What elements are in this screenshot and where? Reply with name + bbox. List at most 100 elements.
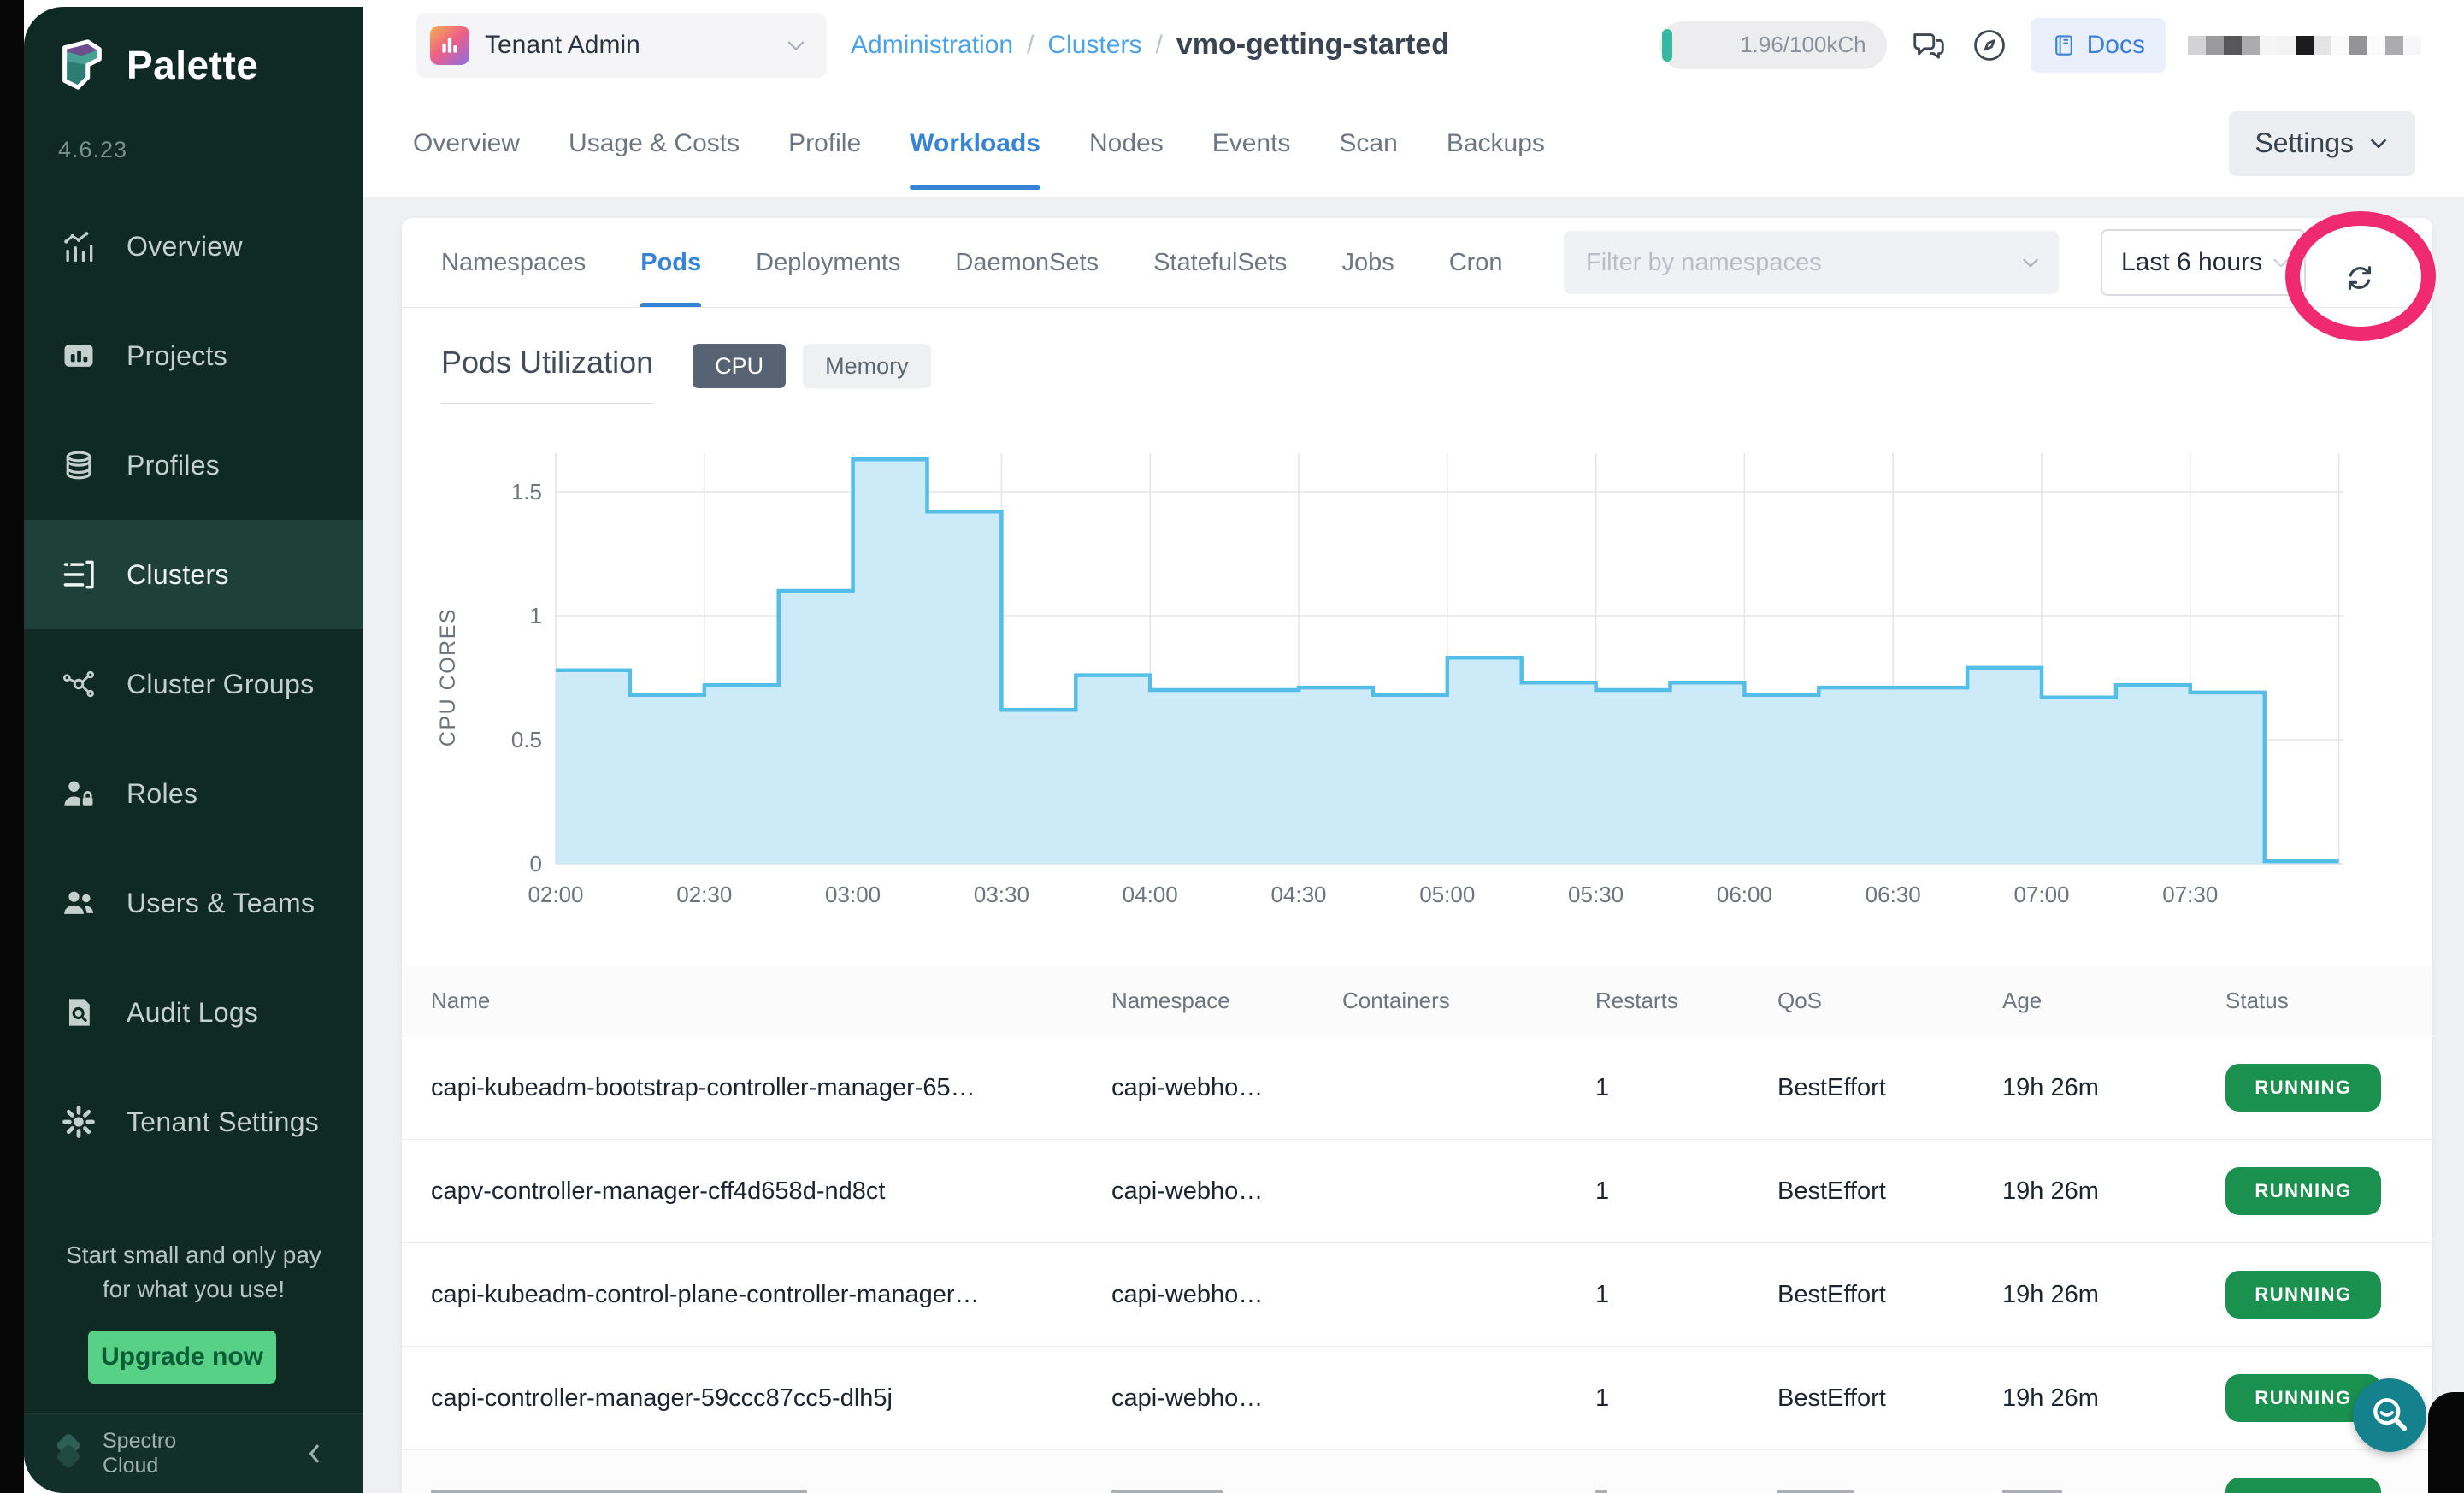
pod-qos: BestEffort bbox=[1777, 1281, 2002, 1309]
subtab-pods[interactable]: Pods bbox=[640, 218, 701, 307]
pod-qos: BestEffort bbox=[1777, 1177, 2002, 1206]
redacted-block-1 bbox=[2206, 36, 2224, 55]
svg-text:06:30: 06:30 bbox=[1866, 882, 1921, 907]
pod-namespace: capi-webho… bbox=[1111, 1074, 1342, 1102]
chevron-left-icon bbox=[302, 1441, 327, 1466]
sidebar-footer: Spectro Cloud bbox=[24, 1413, 363, 1493]
brand-line1: Spectro bbox=[103, 1429, 176, 1454]
subtab-namespaces[interactable]: Namespaces bbox=[441, 218, 586, 307]
table-body: capi-kubeadm-bootstrap-controller-manage… bbox=[402, 1036, 2432, 1493]
svg-text:1.5: 1.5 bbox=[511, 479, 542, 505]
subtab-cron[interactable]: Cron bbox=[1449, 218, 1503, 307]
pod-namespace: capi-webho… bbox=[1111, 1281, 1342, 1309]
tab-nodes[interactable]: Nodes bbox=[1089, 90, 1164, 197]
table-row[interactable]: capi-controller-manager-59ccc87cc5-dlh5j… bbox=[402, 1347, 2432, 1450]
refresh-button[interactable] bbox=[2337, 256, 2382, 300]
chevron-down-icon bbox=[2019, 251, 2042, 274]
redacted-block-6 bbox=[2296, 36, 2314, 55]
pod-qos: BestEffort bbox=[1777, 1384, 2002, 1413]
tab-backups[interactable]: Backups bbox=[1447, 90, 1545, 197]
pod-namespace: capi-webho… bbox=[1111, 1384, 1342, 1413]
breadcrumb-administration[interactable]: Administration bbox=[851, 31, 1013, 60]
cpu-toggle-button[interactable]: CPU bbox=[693, 344, 786, 388]
pod-age: 19h 26m bbox=[2002, 1384, 2225, 1413]
book-icon bbox=[2051, 32, 2077, 58]
docs-button[interactable]: Docs bbox=[2031, 18, 2166, 73]
tab-scan[interactable]: Scan bbox=[1339, 90, 1397, 197]
sidebar-menu: Overview Projects ProfilesClustersCluster … bbox=[24, 192, 363, 1177]
column-header-qos: QoS bbox=[1777, 988, 2002, 1014]
sidebar-item-clusters[interactable]: Clusters bbox=[24, 520, 363, 629]
sidebar-item-projects[interactable]: Projects bbox=[24, 301, 363, 410]
sidebar-item-label: Projects bbox=[127, 340, 227, 372]
pod-status: RUNNING bbox=[2225, 1167, 2432, 1215]
chevron-down-icon bbox=[2367, 133, 2390, 155]
time-range-value: Last 6 hours bbox=[2121, 248, 2262, 277]
breadcrumb-separator: / bbox=[1155, 31, 1162, 60]
search-smile-icon bbox=[2367, 1393, 2412, 1437]
svg-text:05:30: 05:30 bbox=[1568, 882, 1624, 907]
svg-text:1: 1 bbox=[530, 603, 542, 628]
subtab-statefulsets[interactable]: StatefulSets bbox=[1153, 218, 1287, 307]
svg-text:07:30: 07:30 bbox=[2162, 882, 2218, 907]
spectro-cloud-brand: Spectro Cloud bbox=[46, 1429, 176, 1478]
tab-profile[interactable]: Profile bbox=[788, 90, 861, 197]
sidebar-collapse-button[interactable] bbox=[302, 1441, 327, 1466]
tab-overview[interactable]: Overview bbox=[413, 90, 520, 197]
pod-qos: BestEffort bbox=[1777, 1074, 2002, 1102]
usage-progress-indicator bbox=[1662, 29, 1672, 62]
support-chat-button[interactable] bbox=[2353, 1378, 2426, 1452]
pod-name: capi-controller-manager-59ccc87cc5-dlh5j bbox=[431, 1384, 1111, 1413]
memory-toggle-button[interactable]: Memory bbox=[803, 344, 931, 388]
time-range-dropdown[interactable]: Last 6 hours bbox=[2101, 229, 2306, 296]
subtab-deployments[interactable]: Deployments bbox=[756, 218, 900, 307]
sidebar-item-tenant-settings[interactable]: Tenant Settings bbox=[24, 1067, 363, 1177]
sidebar-item-label: Roles bbox=[127, 778, 197, 810]
column-header-containers: Containers bbox=[1342, 988, 1595, 1014]
workload-subtab-bar: Namespaces Pods Deployments DaemonSets State… bbox=[402, 218, 2432, 308]
table-row[interactable]: capi-kubeadm-bootstrap-controller-manage… bbox=[402, 1036, 2432, 1140]
sidebar-item-audit-logs[interactable]: Audit Logs bbox=[24, 958, 363, 1067]
sidebar-item-label: Tenant Settings bbox=[127, 1106, 319, 1138]
namespace-filter-input[interactable] bbox=[1564, 248, 2019, 278]
breadcrumb-clusters[interactable]: Clusters bbox=[1047, 31, 1141, 60]
sidebar-item-users-teams[interactable]: Users & Teams bbox=[24, 848, 363, 958]
redacted-user-info bbox=[2188, 36, 2421, 55]
feedback-chat-button[interactable] bbox=[1909, 26, 1948, 65]
tab-events[interactable]: Events bbox=[1212, 90, 1291, 197]
chart-header: Pods Utilization CPU Memory bbox=[441, 344, 931, 405]
redacted-block-4 bbox=[2260, 36, 2278, 55]
upgrade-now-button[interactable]: Upgrade now bbox=[88, 1331, 276, 1384]
svg-text:0: 0 bbox=[530, 851, 542, 876]
subtab-daemonsets[interactable]: DaemonSets bbox=[955, 218, 1099, 307]
redacted-block-10 bbox=[2367, 36, 2385, 55]
tenant-selector[interactable]: Tenant Admin bbox=[416, 13, 827, 78]
status-badge: RUNNING bbox=[2225, 1271, 2381, 1319]
chat-bubbles-icon bbox=[1909, 26, 1948, 65]
redacted-block-3 bbox=[2242, 36, 2260, 55]
tab-workloads[interactable]: Workloads bbox=[910, 90, 1040, 197]
metric-toggle: CPU Memory bbox=[693, 344, 931, 388]
pod-name: capi-kubeadm-bootstrap-controller-manage… bbox=[431, 1074, 1111, 1102]
table-row[interactable]: capi-kubeadm-control-plane-controller-ma… bbox=[402, 1243, 2432, 1347]
sidebar-item-profiles[interactable]: Profiles bbox=[24, 410, 363, 520]
settings-button[interactable]: Settings bbox=[2229, 111, 2415, 176]
sidebar-item-cluster-groups[interactable]: Cluster Groups bbox=[24, 629, 363, 739]
usage-quota-value: 1.96/100kCh bbox=[1740, 32, 1866, 58]
brand-name: Spectro Cloud bbox=[103, 1429, 176, 1478]
explore-button[interactable] bbox=[1971, 27, 2008, 64]
section-title: Pods Utilization bbox=[441, 345, 653, 404]
sidebar-item-overview[interactable]: Overview bbox=[24, 192, 363, 301]
table-row[interactable]: capv-controller-manager-cff4d658d-nd8ct … bbox=[402, 1140, 2432, 1243]
sidebar-item-roles[interactable]: Roles bbox=[24, 739, 363, 848]
chevron-down-icon bbox=[2270, 251, 2292, 274]
redacted-block-12 bbox=[2403, 36, 2421, 55]
cluster-tabs: Overview Usage & Costs Profile Workloads Nod… bbox=[413, 90, 1545, 197]
profiles-icon bbox=[56, 443, 101, 487]
column-header-restarts: Restarts bbox=[1595, 988, 1777, 1014]
promo-line2: for what you use! bbox=[24, 1272, 363, 1307]
subtab-jobs[interactable]: Jobs bbox=[1341, 218, 1394, 307]
tab-usage-costs[interactable]: Usage & Costs bbox=[569, 90, 740, 197]
window-backdrop-left bbox=[0, 0, 24, 1493]
projects-icon bbox=[56, 333, 101, 378]
